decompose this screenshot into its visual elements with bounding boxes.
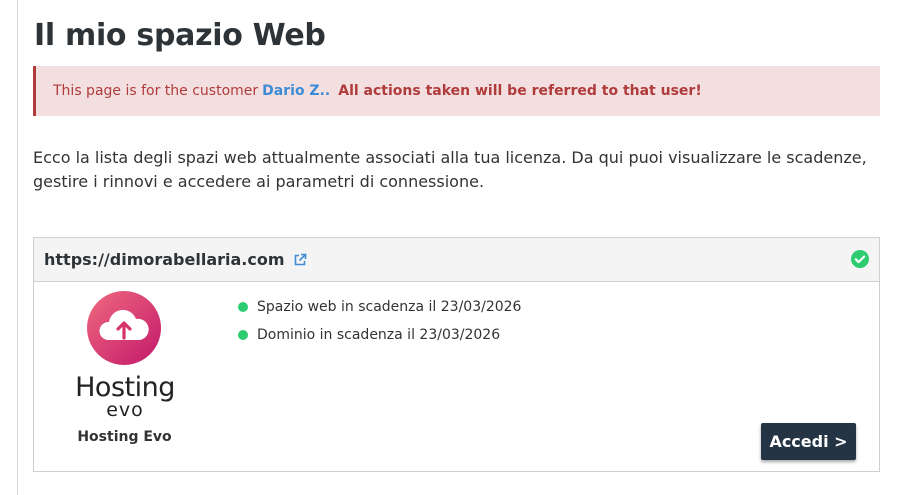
status-list: Spazio web in scadenza il 23/03/2026 Dom… bbox=[238, 293, 521, 349]
status-dot-icon bbox=[238, 330, 248, 340]
card-header: https://dimorabellaria.com bbox=[34, 238, 879, 282]
access-button[interactable]: Accedi > bbox=[761, 423, 856, 460]
logo-subtext: evo bbox=[106, 399, 144, 421]
status-dot-icon bbox=[238, 302, 248, 312]
content-divider bbox=[17, 0, 18, 495]
list-item: Dominio in scadenza il 23/03/2026 bbox=[238, 321, 521, 349]
list-item: Spazio web in scadenza il 23/03/2026 bbox=[238, 293, 521, 321]
status-text: Dominio in scadenza il 23/03/2026 bbox=[257, 327, 501, 343]
page-title: Il mio spazio Web bbox=[34, 18, 326, 53]
alert-warning: All actions taken will be referred to th… bbox=[338, 83, 702, 99]
domain-link[interactable]: https://dimorabellaria.com bbox=[44, 250, 285, 269]
web-space-card: https://dimorabellaria.com Hosting evo H… bbox=[33, 237, 880, 472]
alert-prefix: This page is for the customer bbox=[53, 83, 259, 99]
status-text: Spazio web in scadenza il 23/03/2026 bbox=[257, 299, 522, 315]
customer-alert: This page is for the customer Dario Z.. … bbox=[33, 66, 880, 116]
logo-text: Hosting bbox=[75, 372, 175, 403]
alert-customer-name[interactable]: Dario Z.. bbox=[262, 83, 330, 99]
external-link-icon[interactable] bbox=[293, 253, 307, 267]
cloud-upload-icon bbox=[86, 290, 162, 370]
intro-text: Ecco la lista degli spazi web attualment… bbox=[33, 148, 867, 191]
check-circle-icon bbox=[851, 250, 869, 272]
product-name: Hosting Evo bbox=[77, 429, 172, 445]
